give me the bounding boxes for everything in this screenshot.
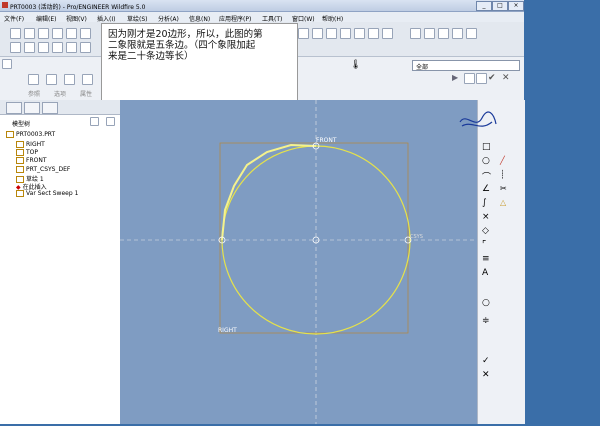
sweep-type-icon[interactable] [28, 74, 39, 85]
datum-plane-icon [16, 157, 24, 164]
tree-item-top[interactable]: TOP [16, 149, 38, 156]
open-file-icon[interactable] [24, 28, 35, 39]
text-tool-icon[interactable]: ○ [482, 298, 490, 308]
zoom-in-icon[interactable] [312, 28, 323, 39]
tree-settings-icon[interactable] [90, 117, 99, 126]
close-button[interactable]: × [508, 1, 524, 11]
shaded-icon[interactable] [452, 28, 463, 39]
csys-icon [16, 166, 24, 173]
model-tree-tab-icon[interactable] [6, 102, 22, 114]
csys-label: CSYS [410, 234, 423, 240]
app-icon [2, 2, 8, 8]
datum-plane-icon [16, 149, 24, 156]
layers-icon[interactable] [382, 28, 393, 39]
favorites-tab-icon[interactable] [42, 102, 58, 114]
reorient-icon[interactable] [354, 28, 365, 39]
help-icon[interactable] [466, 28, 477, 39]
spline-tool-icon[interactable]: ∫ [482, 198, 487, 208]
model-tree-title: 模型树 [12, 121, 31, 128]
datum-axis-icon[interactable] [38, 42, 49, 53]
annotation-note: 因为刚才是20边形，所以，此图的第 二象限就是五条边。（四个象限加起 来是二十条… [101, 23, 298, 103]
options-tab[interactable]: 选项 [54, 89, 66, 98]
shading-icon[interactable] [298, 28, 309, 39]
tree-item-part[interactable]: PRT0003.PRT [6, 131, 55, 138]
cancel-x-icon[interactable]: ✕ [502, 73, 511, 83]
use-edge-tool-icon[interactable]: ◇ [482, 226, 489, 236]
datum-point-icon[interactable] [52, 42, 63, 53]
play-icon[interactable]: ▶ [452, 73, 461, 82]
no-hidden-icon[interactable] [438, 28, 449, 39]
modify-tool-icon[interactable]: ≡ [482, 254, 490, 264]
folder-tab-icon[interactable] [24, 102, 40, 114]
hidden-line-icon[interactable] [424, 28, 435, 39]
email-icon[interactable] [66, 28, 77, 39]
sketcher-toolbar: □ ○ ⌒ ∠ ∫ × ◇ ⌜ ≡ A ○ ≑ ✓ ✕ ╱ ┊ ✂ △ [459, 100, 525, 424]
tree-item-front[interactable]: FRONT [16, 157, 47, 164]
mirror-tool-icon[interactable]: △ [500, 198, 506, 207]
filter-select[interactable]: 全部 [412, 60, 520, 71]
wireframe-icon[interactable] [410, 28, 421, 39]
fillet-tool-icon[interactable]: ∠ [482, 184, 490, 194]
surface-icon[interactable] [46, 74, 57, 85]
refit-icon[interactable] [340, 28, 351, 39]
maximize-button[interactable]: □ [492, 1, 508, 11]
done-check-icon[interactable]: ✓ [482, 356, 490, 366]
sketch-section-icon[interactable] [64, 74, 75, 85]
front-plane-label: FRONT [316, 137, 337, 144]
properties-tab[interactable]: 属性 [80, 89, 92, 98]
quit-x-icon[interactable]: ✕ [482, 370, 490, 380]
point-tool-icon[interactable]: × [482, 212, 490, 222]
csys-icon[interactable] [66, 42, 77, 53]
constraint-tool-icon[interactable]: A [482, 268, 488, 278]
trim-tool-icon[interactable]: ✂ [500, 184, 507, 193]
palette-tool-icon[interactable]: ≑ [482, 316, 490, 326]
tree-item-right[interactable]: RIGHT [16, 141, 45, 148]
part-icon [6, 131, 14, 138]
minimize-button[interactable]: _ [476, 1, 492, 11]
note-line-3: 来是二十条边等长） [108, 51, 194, 62]
circle-tool-icon[interactable]: ○ [482, 156, 490, 166]
dimension-tool-icon[interactable]: ⌜ [482, 240, 486, 250]
model-tree-header: 模型树 [2, 116, 118, 128]
datum-plane-icon [16, 141, 24, 148]
tree-item-csys[interactable]: PRT_CSYS_DEF [16, 166, 70, 173]
datum-plane-icon[interactable] [24, 42, 35, 53]
sweep-feature-icon [16, 190, 24, 197]
remove-material-icon[interactable] [82, 74, 93, 85]
apply-check-icon[interactable]: ✔ [488, 73, 497, 83]
graphics-canvas[interactable]: FRONT RIGHT CSYS [120, 100, 477, 424]
window-title: PRT0003 (活动的) - Pro/ENGINEER Wildfire 5.… [10, 4, 146, 11]
scribble-icon [459, 111, 497, 127]
tree-columns-icon[interactable] [106, 117, 115, 126]
view-manager-icon[interactable] [368, 28, 379, 39]
centerline-tool-icon[interactable]: ┊ [500, 170, 505, 179]
pause-icon[interactable] [464, 73, 475, 84]
menu-bar: 文件(F) 编辑(E) 视图(V) 插入(I) 草绘(S) 分析(A) 信息(N… [0, 12, 524, 23]
print-icon[interactable] [52, 28, 63, 39]
title-bar: PRT0003 (活动的) - Pro/ENGINEER Wildfire 5.… [0, 0, 524, 12]
filter-select-value: 全部 [416, 64, 429, 71]
sketch-tool-icon[interactable] [10, 42, 21, 53]
new-file-icon[interactable] [10, 28, 21, 39]
rectangle-tool-icon[interactable]: □ [482, 142, 491, 152]
line-tool-icon[interactable]: ╱ [500, 156, 505, 165]
preview-icon[interactable] [476, 73, 487, 84]
tree-item-var-sect-sweep[interactable]: Var Sect Sweep 1 [16, 190, 78, 197]
analysis-icon[interactable] [80, 42, 91, 53]
undo-icon[interactable] [80, 28, 91, 39]
save-icon[interactable] [38, 28, 49, 39]
right-plane-label: RIGHT [218, 327, 237, 334]
references-tab[interactable]: 参照 [28, 89, 40, 98]
thermometer-icon: 🌡 [350, 60, 362, 70]
sketch-drawing: FRONT RIGHT CSYS [120, 100, 477, 424]
desktop-background [524, 0, 600, 424]
zoom-out-icon[interactable] [326, 28, 337, 39]
dashboard-toggle-icon[interactable] [2, 59, 12, 69]
arc-tool-icon[interactable]: ⌒ [482, 170, 491, 183]
